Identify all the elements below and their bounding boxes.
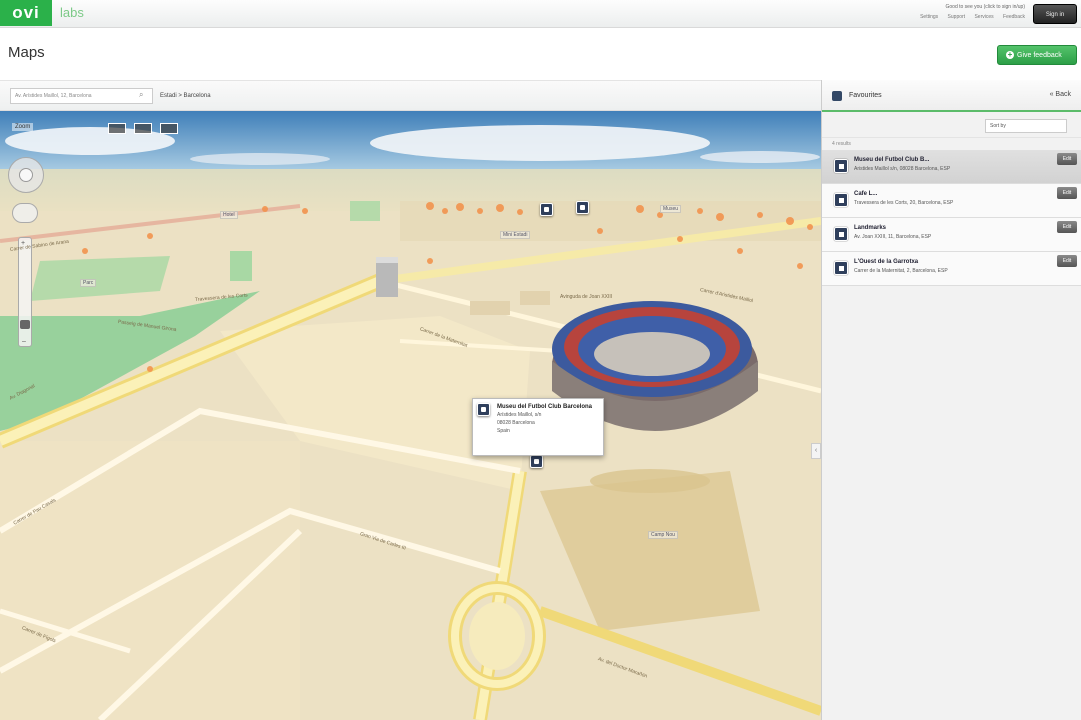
panel-toolbar: Sort by bbox=[822, 112, 1081, 138]
poi-label[interactable]: Parc bbox=[80, 279, 97, 287]
breadcrumb[interactable]: Estadi > Barcelona bbox=[160, 93, 211, 99]
zoom-out-icon[interactable]: – bbox=[22, 338, 26, 345]
result-title[interactable]: Cafe L... bbox=[854, 190, 1031, 199]
search-input[interactable]: Av. Arístides Maillol, 12, Barcelona bbox=[10, 88, 153, 104]
callout-pin-icon bbox=[477, 403, 490, 416]
terrain-type-button[interactable] bbox=[160, 123, 178, 134]
plus-icon: + bbox=[1006, 50, 1014, 59]
header-link-feedback[interactable]: Feedback bbox=[1003, 14, 1025, 20]
poi-label[interactable]: Mini Estadi bbox=[500, 231, 531, 239]
favourites-panel: Favourites « Back Sort by 4 results Muse… bbox=[821, 80, 1081, 720]
search-bar: Av. Arístides Maillol, 12, Barcelona ⌕ E… bbox=[0, 80, 821, 111]
ovi-logo[interactable]: ovi bbox=[0, 0, 52, 26]
result-address: Carrer de la Maternitat, 2, Barcelona, E… bbox=[854, 268, 948, 274]
header-link-support[interactable]: Support bbox=[948, 14, 966, 20]
search-icon[interactable]: ⌕ bbox=[139, 90, 151, 102]
result-title[interactable]: Landmarks bbox=[854, 224, 1031, 233]
place-pin-icon bbox=[834, 261, 848, 275]
edit-button[interactable]: Edit bbox=[1057, 153, 1077, 165]
satellite-type-button[interactable] bbox=[134, 123, 152, 134]
map-callout[interactable]: Museu del Futbol Club Barcelona Arístide… bbox=[472, 398, 604, 456]
zoom-slider[interactable]: + – bbox=[18, 237, 32, 347]
place-pin-icon bbox=[834, 193, 848, 207]
result-address: Travessera de les Corts, 20, Barcelona, … bbox=[854, 200, 954, 206]
callout-address-line: Arístides Maillol, s/n bbox=[497, 412, 542, 418]
result-item[interactable]: L'Ouest de la Garrotxa Carrer de la Mate… bbox=[822, 252, 1081, 286]
street-label: Avinguda de Joan XXIII bbox=[560, 294, 613, 300]
place-pin-icon bbox=[834, 227, 848, 241]
poi-label[interactable]: Camp Nou bbox=[648, 531, 678, 539]
result-title[interactable]: Museu del Futbol Club B... bbox=[854, 156, 1031, 165]
place-pin-icon bbox=[834, 159, 848, 173]
back-link[interactable]: « Back bbox=[1050, 91, 1071, 98]
poi-label[interactable]: Hotel bbox=[220, 211, 238, 219]
page-title: Maps bbox=[8, 44, 45, 61]
map-type-button[interactable] bbox=[108, 123, 126, 134]
result-address: Aristides Maillol s/n, 08028 Barcelona, … bbox=[854, 166, 951, 172]
compass-icon[interactable] bbox=[8, 157, 44, 193]
result-item[interactable]: Museu del Futbol Club B... Aristides Mai… bbox=[822, 150, 1081, 184]
edit-button[interactable]: Edit bbox=[1057, 221, 1077, 233]
poi-label[interactable]: Museu bbox=[660, 205, 682, 213]
map-pin-icon[interactable] bbox=[530, 455, 543, 468]
signin-prompt: Good to see you (click to sign in/up) bbox=[945, 4, 1026, 10]
result-item[interactable]: Cafe L... Travessera de les Corts, 20, B… bbox=[822, 184, 1081, 218]
favourites-icon bbox=[832, 91, 842, 101]
map-pin-icon[interactable] bbox=[540, 203, 553, 216]
tilt-control[interactable] bbox=[12, 203, 38, 223]
map-view[interactable]: Zoom + – Carrer de Sabino de Arana Trave… bbox=[0, 111, 821, 720]
callout-address-line: Spain bbox=[497, 428, 510, 434]
result-item[interactable]: Landmarks Av. Joan XXIII, 11, Barcelona,… bbox=[822, 218, 1081, 252]
header-link-services[interactable]: Services bbox=[974, 14, 993, 20]
result-address: Av. Joan XXIII, 11, Barcelona, ESP bbox=[854, 234, 932, 240]
panel-header: Favourites « Back bbox=[822, 80, 1081, 112]
labs-label: labs bbox=[60, 5, 84, 20]
signin-button[interactable]: Sign in bbox=[1033, 4, 1077, 24]
header-links: Settings Support Services Feedback bbox=[912, 14, 1025, 20]
result-title[interactable]: L'Ouest de la Garrotxa bbox=[854, 258, 1031, 267]
callout-address-line: 08028 Barcelona bbox=[497, 420, 535, 426]
sort-select[interactable]: Sort by bbox=[985, 119, 1067, 133]
zoom-label: Zoom bbox=[12, 123, 34, 131]
map-canvas bbox=[0, 111, 821, 720]
compass-center bbox=[19, 168, 33, 182]
feedback-button-label: Give feedback bbox=[1017, 52, 1062, 59]
top-bar: ovi labs Good to see you (click to sign … bbox=[0, 0, 1081, 28]
header-link-settings[interactable]: Settings bbox=[920, 14, 938, 20]
feedback-button[interactable]: + Give feedback bbox=[997, 45, 1077, 65]
callout-title[interactable]: Museu del Futbol Club Barcelona bbox=[497, 403, 599, 411]
map-pin-icon[interactable] bbox=[576, 201, 589, 214]
edit-button[interactable]: Edit bbox=[1057, 187, 1077, 199]
panel-title: Favourites bbox=[849, 92, 882, 99]
zoom-slider-handle[interactable] bbox=[20, 320, 30, 329]
collapse-panel-icon[interactable]: ‹ bbox=[811, 443, 821, 459]
edit-button[interactable]: Edit bbox=[1057, 255, 1077, 267]
result-count: 4 results bbox=[832, 141, 851, 147]
